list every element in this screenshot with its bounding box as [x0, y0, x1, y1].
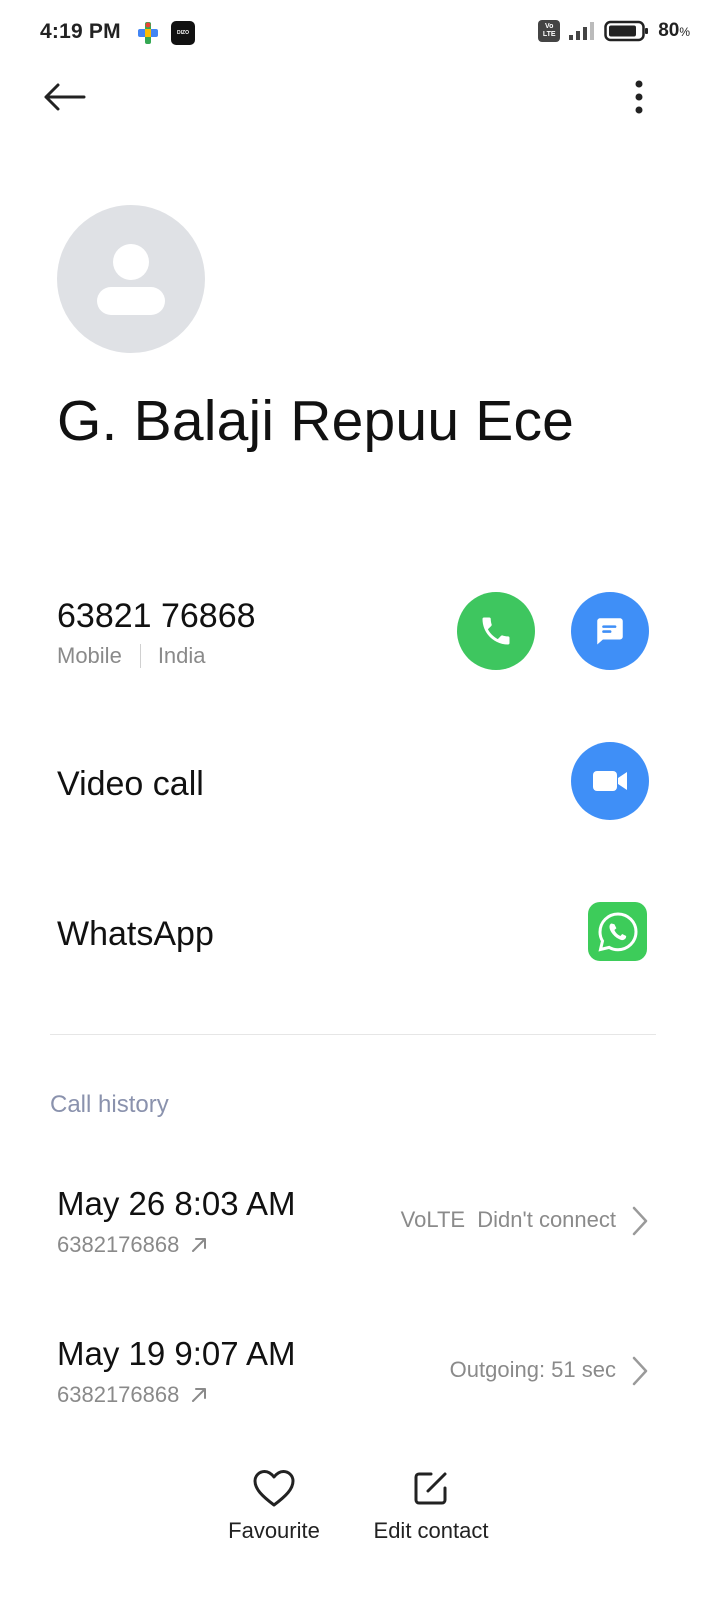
message-icon: [597, 618, 623, 645]
battery-suffix: %: [679, 25, 690, 39]
chevron-right-icon[interactable]: [628, 1204, 652, 1238]
edit-contact-button[interactable]: Edit contact: [366, 1468, 496, 1544]
phone-country: India: [157, 643, 206, 668]
favourite-button[interactable]: Favourite: [224, 1468, 324, 1544]
call-entry-number-row: 6382176868: [57, 1382, 209, 1408]
dizo-app-label: DIZO: [177, 30, 189, 36]
call-button[interactable]: [457, 592, 535, 670]
contact-name: G. Balaji Repuu Ece: [57, 389, 575, 453]
video-call-label[interactable]: Video call: [57, 765, 204, 804]
divider: [50, 1034, 656, 1035]
meta-divider: [139, 644, 141, 668]
call-entry-status: Outgoing: 51 sec: [449, 1357, 616, 1382]
dizo-app-icon: DIZO: [171, 21, 195, 45]
heart-icon: [253, 1470, 295, 1507]
call-entry-number-row: 6382176868: [57, 1232, 209, 1258]
phone-meta: Mobile India: [57, 643, 206, 669]
google-play-games-icon: [138, 22, 158, 44]
phone-icon: [482, 617, 510, 645]
phone-type: Mobile: [57, 643, 122, 668]
volte-badge-bottom: LTE: [542, 31, 556, 38]
video-camera-icon: [593, 771, 627, 791]
volte-icon: Vo LTE: [538, 20, 561, 42]
call-entry-status: VoLTE Didn't connect: [400, 1207, 616, 1232]
battery-percent: 80%: [658, 20, 690, 42]
person-icon: [97, 244, 165, 315]
status-time: 4:19 PM: [40, 20, 121, 43]
call-entry-number: 6382176868: [57, 1382, 180, 1407]
favourite-label: Favourite: [228, 1518, 320, 1543]
call-history-title: Call history: [50, 1091, 169, 1118]
more-vert-icon: [635, 80, 643, 114]
back-button[interactable]: [36, 72, 92, 122]
battery-value: 80: [658, 20, 680, 41]
signal-icon: [569, 22, 595, 40]
chevron-right-icon[interactable]: [628, 1354, 652, 1388]
more-options-button[interactable]: [614, 72, 664, 122]
outgoing-arrow-icon: [192, 1388, 207, 1402]
message-button[interactable]: [571, 592, 649, 670]
edit-contact-label: Edit contact: [373, 1518, 489, 1543]
battery-icon: [604, 20, 649, 42]
back-arrow-icon: [44, 83, 86, 111]
call-entry-date[interactable]: May 19 9:07 AM: [57, 1335, 295, 1373]
edit-icon: [414, 1472, 447, 1505]
video-call-button[interactable]: [571, 742, 649, 820]
whatsapp-button[interactable]: [588, 902, 647, 961]
phone-number[interactable]: 63821 76868: [57, 597, 256, 636]
whatsapp-icon: [597, 911, 638, 952]
call-entry-number: 6382176868: [57, 1232, 180, 1257]
avatar: [57, 205, 205, 353]
status-right-group: Vo LTE 80%: [538, 20, 690, 42]
whatsapp-label[interactable]: WhatsApp: [57, 915, 214, 954]
volte-badge-top: Vo: [544, 23, 554, 30]
outgoing-arrow-icon: [192, 1238, 207, 1252]
call-entry-date[interactable]: May 26 8:03 AM: [57, 1185, 295, 1223]
